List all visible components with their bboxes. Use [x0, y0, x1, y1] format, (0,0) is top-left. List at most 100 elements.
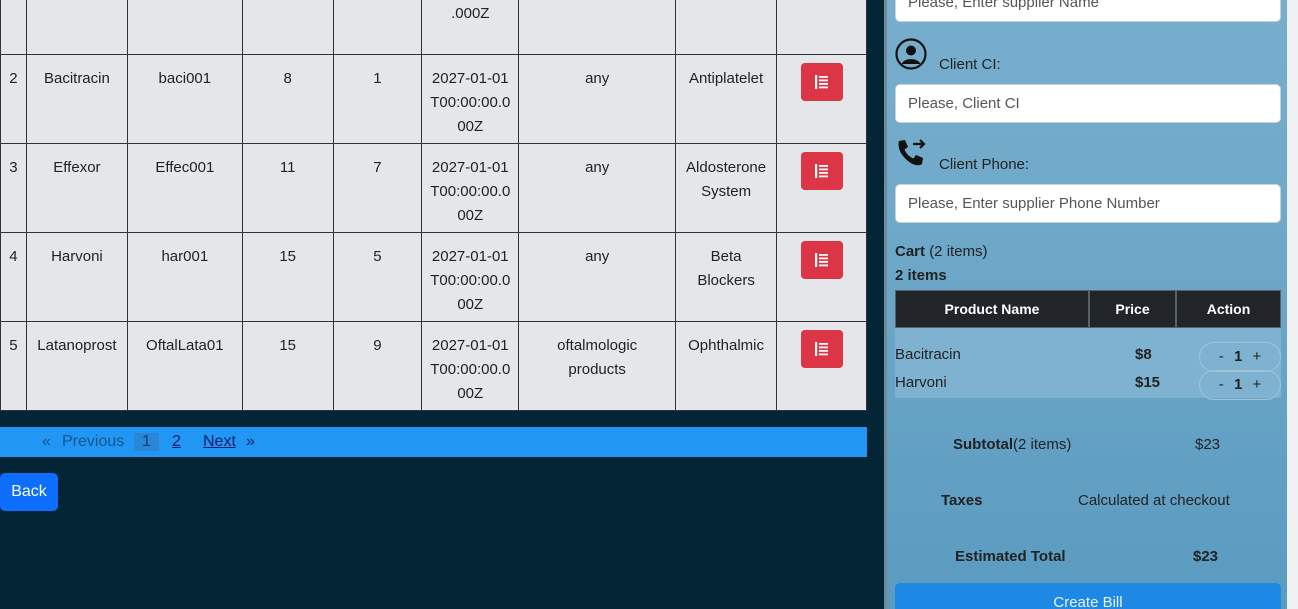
qty-plus-button[interactable]: +	[1252, 348, 1261, 365]
cell-date: 2027-01-01T00:00:00.000Z	[421, 321, 520, 411]
delete-button[interactable]	[800, 330, 843, 368]
qty-plus-button[interactable]: +	[1252, 376, 1261, 393]
cell-num-text: 2	[9, 70, 18, 87]
cell-min: 7	[332, 143, 423, 233]
cell-name-text: Harvoni	[51, 248, 103, 265]
cell-num: 4	[0, 232, 27, 322]
cart-item-price: $8	[1135, 346, 1152, 363]
cell-cat: Antiplatelet	[675, 54, 778, 144]
cell-qty: 15	[241, 321, 334, 411]
cell-cat-text: Ophthalmic	[688, 337, 765, 354]
cell-code-text: har001	[161, 248, 209, 265]
cart-item-price: $15	[1135, 374, 1161, 391]
cell-name: Latanoprost	[25, 321, 128, 411]
qty-minus-button[interactable]: -	[1219, 376, 1224, 393]
table-row: 1T00:00:00 .000Z Blockers	[0, 0, 867, 55]
cart-title: Cart (2 items)	[895, 243, 988, 260]
cell-min: 9	[332, 321, 423, 411]
cell-cat: Aldosterone System	[675, 143, 778, 233]
subtotal-count: (2 items)	[1013, 436, 1072, 453]
page-1-link[interactable]: 1	[134, 433, 159, 451]
cell-code: OftalLata01	[126, 321, 243, 411]
delete-button[interactable]	[800, 241, 843, 279]
cell-desc: oftalmologic products	[518, 321, 677, 411]
cart-items: Bacitracin $8 - 1 + Harvoni $15 - 1 +	[895, 328, 1281, 400]
cell-desc-text: oftalmologic products	[557, 337, 638, 378]
cell-qty: 11	[241, 143, 334, 233]
cell-cat: Beta Blockers	[675, 232, 778, 322]
cell-code: Effec001	[126, 143, 243, 233]
cell-min-text: 7	[373, 159, 382, 176]
next-link[interactable]: Next	[203, 433, 236, 451]
header-product-name: Product Name	[895, 290, 1089, 328]
cart-item-count: 2 items	[895, 267, 947, 284]
cell-date-text: 2027-01-01T00:00:00.000Z	[430, 337, 511, 402]
back-button[interactable]: Back	[0, 473, 58, 511]
cell-date-text: 2027-01-01T00:00:00.000Z	[430, 248, 511, 313]
subtotal-value: $23	[1195, 436, 1221, 453]
cart-table-header: Product Name Price Action	[895, 290, 1281, 328]
cell-date-text: 2027-01-01T00:00:00.000Z	[430, 159, 511, 224]
cell-name-text: Latanoprost	[37, 337, 117, 354]
phone-forward-icon	[895, 137, 929, 176]
client-ci-input[interactable]: Please, Client CI	[895, 84, 1281, 123]
total-value: $23	[1193, 548, 1219, 565]
receipt-icon	[814, 164, 828, 178]
cart-title-count: (2 items)	[929, 243, 988, 260]
cell-code: har001	[126, 232, 243, 322]
cell-date: 2027-01-01T00:00:00.000Z	[421, 143, 520, 233]
supplier-name-input[interactable]: Please, Enter supplier Name	[895, 0, 1281, 22]
cell-min: 1	[332, 54, 423, 144]
cart-item-name: Harvoni	[895, 374, 947, 391]
quantity-stepper[interactable]: - 1 +	[1199, 370, 1281, 400]
medicine-table: 1T00:00:00 .000Z Blockers 2 Bacitracin baci0…	[0, 0, 867, 411]
client-phone-label: Client Phone:	[939, 156, 1030, 173]
cell-min: 5	[332, 232, 423, 322]
cell-min-text: 1	[373, 70, 382, 87]
previous-arrow[interactable]: «	[42, 433, 51, 451]
cell-name	[25, 0, 128, 55]
cell-num	[0, 0, 27, 55]
client-ci-label: Client CI:	[939, 56, 1001, 73]
taxes-row: Taxes Calculated at checkout	[895, 484, 1281, 532]
cell-name-text: Bacitracin	[43, 70, 110, 87]
cell-desc-text: any	[585, 70, 610, 87]
qty-value: 1	[1233, 348, 1243, 365]
cell-num-text: 3	[9, 159, 18, 176]
create-bill-button[interactable]: Create Bill	[895, 583, 1281, 609]
cell-num-text: 5	[9, 337, 18, 354]
cell-desc	[518, 0, 677, 55]
scrollbar[interactable]	[1287, 0, 1298, 609]
cell-qty: 15	[241, 232, 334, 322]
cell-code-text: Effec001	[155, 159, 215, 176]
cell-qty-text: 15	[279, 337, 296, 354]
page-2-link[interactable]: 2	[172, 433, 181, 451]
cell-qty: 8	[241, 54, 334, 144]
delete-button[interactable]	[800, 152, 843, 190]
cell-num: 5	[0, 321, 27, 411]
cell-action	[776, 232, 867, 322]
subtotal-label: Subtotal(2 items)	[953, 436, 1071, 453]
taxes-value: Calculated at checkout	[1078, 492, 1230, 509]
table-row: 4 Harvoni har001 15 5 2027-01-01T00:00:00.000…	[0, 232, 867, 322]
cell-cat: Ophthalmic	[675, 321, 778, 411]
cell-qty-text: 15	[279, 248, 296, 265]
total-row: Estimated Total $23	[895, 540, 1281, 588]
total-label: Estimated Total	[955, 548, 1066, 565]
cell-desc-text: any	[585, 159, 610, 176]
next-arrow[interactable]: »	[246, 433, 255, 451]
cell-cat-text: Beta Blockers	[697, 248, 755, 289]
client-phone-input[interactable]: Please, Enter supplier Phone Number	[895, 184, 1281, 223]
previous-link[interactable]: Previous	[62, 433, 124, 451]
header-action: Action	[1176, 290, 1281, 328]
cell-name: Effexor	[25, 143, 128, 233]
cell-min-text: 9	[373, 337, 382, 354]
cart-row: Harvoni $15 - 1 +	[895, 370, 1281, 400]
qty-minus-button[interactable]: -	[1219, 348, 1224, 365]
quantity-stepper[interactable]: - 1 +	[1199, 342, 1281, 372]
cell-num-text: 4	[9, 248, 18, 265]
cell-qty-text: 11	[279, 159, 296, 176]
cell-qty	[241, 0, 334, 55]
delete-button[interactable]	[800, 63, 843, 101]
cell-action	[776, 0, 867, 55]
